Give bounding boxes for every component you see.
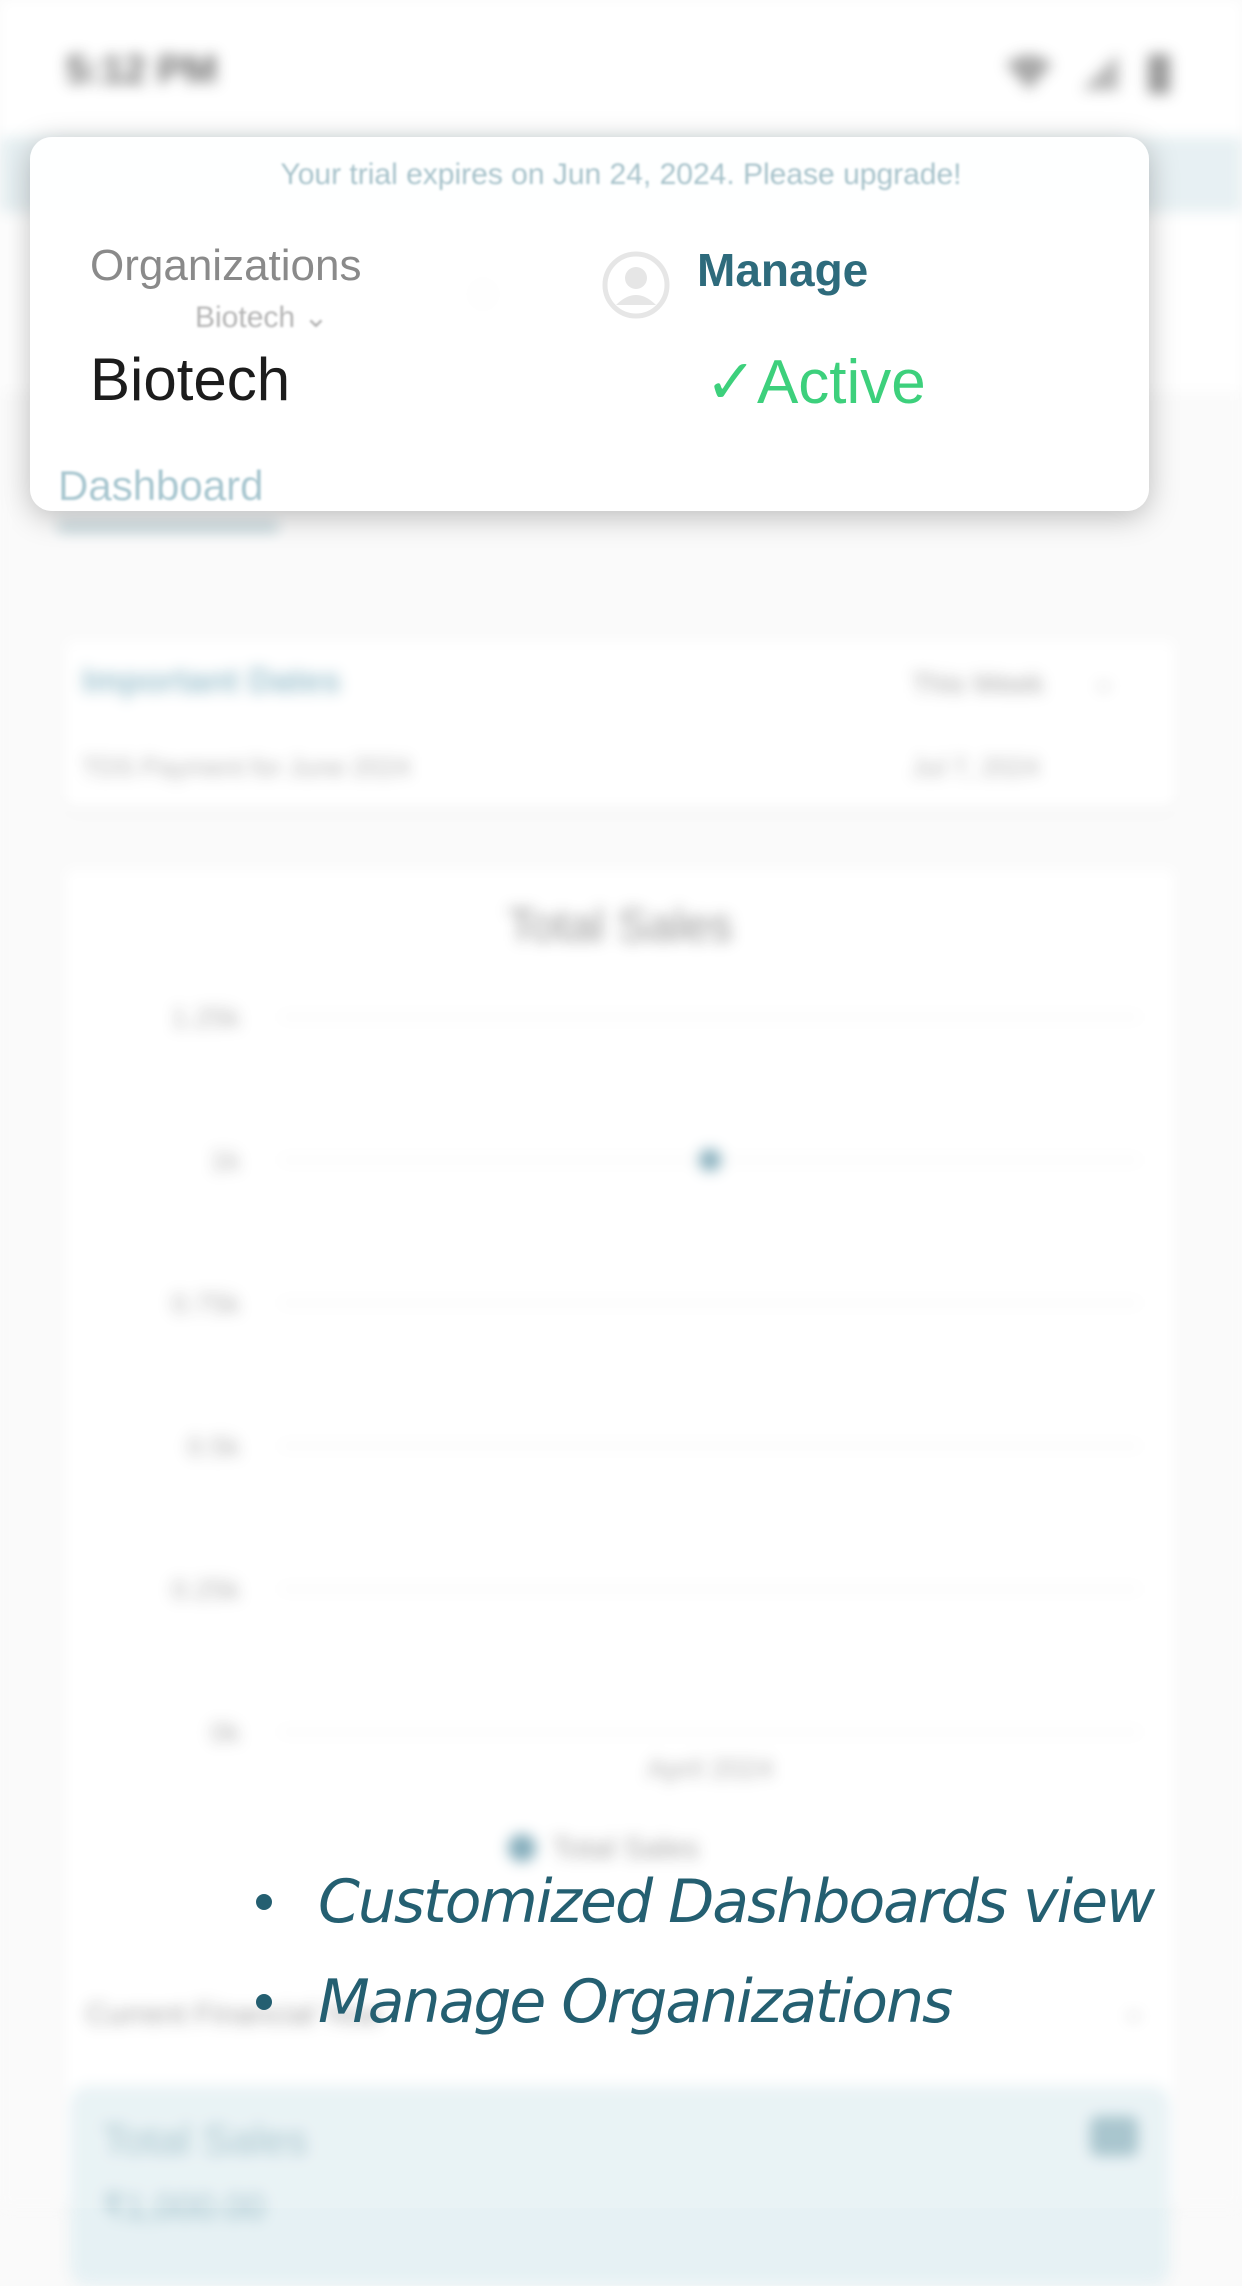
org-selector[interactable]: Biotech ⌄ [195,300,329,335]
status-label: Active [756,348,926,417]
feature-item: Customized Dashboards view [250,1852,1155,1952]
feature-item: Manage Organizations [250,1952,1153,2052]
manage-button[interactable]: Manage [697,243,868,297]
avatar-icon [602,251,670,319]
popup-heading: Organizations [90,241,362,290]
org-status: ✓Active [705,345,926,418]
bullet [256,1894,272,1910]
org-name[interactable]: Biotech [90,345,290,414]
trial-banner-text[interactable]: Your trial expires on Jun 24, 2024. Plea… [0,137,1242,212]
org-selector-value: Biotech [195,301,296,334]
chevron-down-icon: ⌄ [303,301,329,334]
feature-list: Customized Dashboards view Manage Organi… [250,1852,1155,2052]
bullet [256,1994,272,2010]
tab-dashboard[interactable]: Dashboard [58,462,263,510]
check-icon: ✓ [705,348,757,417]
